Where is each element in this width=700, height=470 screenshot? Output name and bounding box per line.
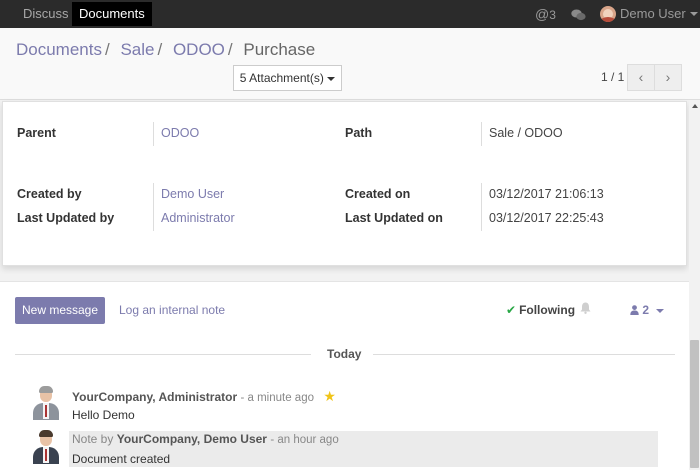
star-icon[interactable]: ★ — [323, 388, 336, 404]
menu-documents[interactable]: Documents — [72, 2, 152, 26]
caret-down-icon — [327, 76, 336, 81]
pager-value[interactable]: 1 / 1 — [601, 70, 624, 84]
created-on-value: 03/12/2017 21:06:13 — [481, 183, 604, 207]
caret-down-icon — [656, 308, 665, 313]
user-menu[interactable]: Demo User — [600, 0, 698, 28]
following-button[interactable]: ✔ Following — [506, 303, 575, 317]
message-author[interactable]: YourCompany, Demo User — [117, 432, 267, 446]
breadcrumb: Documents / Sale / ODOO / Purchase — [16, 40, 315, 60]
parent-value[interactable]: ODOO — [153, 122, 199, 146]
breadcrumb-separator: / — [157, 40, 163, 59]
mentions-button[interactable]: @3 — [535, 0, 556, 28]
updated-by-value[interactable]: Administrator — [153, 207, 235, 231]
message-time: - a minute ago — [240, 392, 314, 404]
followers-button[interactable]: 2 — [630, 303, 665, 317]
breadcrumb-odoo[interactable]: ODOO — [173, 40, 225, 59]
attachments-dropdown[interactable]: 5 Attachment(s) — [233, 65, 342, 91]
following-label: Following — [519, 303, 576, 317]
path-label: Path — [345, 126, 373, 140]
scroll-up-arrow-icon[interactable] — [692, 104, 698, 108]
message-author[interactable]: YourCompany, Administrator — [72, 390, 237, 404]
message-header: Note by YourCompany, Demo User - an hour… — [72, 432, 339, 446]
bell-icon[interactable] — [580, 302, 591, 314]
chat-button[interactable] — [571, 0, 586, 28]
menu-discuss[interactable]: Discuss — [16, 2, 76, 26]
updated-on-value: 03/12/2017 22:25:43 — [481, 207, 604, 231]
caret-down-icon — [689, 12, 698, 16]
new-message-button[interactable]: New message — [15, 297, 105, 324]
control-panel: Documents / Sale / ODOO / Purchase 5 Attach… — [0, 28, 700, 100]
parent-label: Parent — [17, 126, 56, 140]
message-body: Hello Demo — [72, 408, 135, 422]
chevron-right-icon: › — [665, 69, 671, 85]
chevron-left-icon: ‹ — [638, 69, 644, 85]
form-sheet: Parent ODOO Path Sale / ODOO Created by … — [2, 101, 687, 266]
note-prefix: Note by — [72, 432, 114, 446]
created-by-label: Created by — [17, 187, 82, 201]
divider-line — [15, 354, 311, 355]
user-name: Demo User — [620, 6, 686, 21]
at-sign-icon: @ — [535, 6, 550, 22]
chatter: New message Log an internal note ✔ Follow… — [0, 281, 689, 470]
breadcrumb-sale[interactable]: Sale — [120, 40, 154, 59]
pager-next-button[interactable]: › — [654, 64, 682, 91]
message-time: - an hour ago — [270, 434, 339, 446]
breadcrumb-separator: / — [104, 40, 110, 59]
followers-count: 2 — [642, 303, 650, 317]
path-value: Sale / ODOO — [481, 122, 563, 146]
author-avatar[interactable] — [31, 430, 61, 464]
updated-by-label: Last Updated by — [17, 211, 115, 225]
author-avatar[interactable] — [31, 386, 61, 420]
top-navbar: Discuss Documents @3 Demo User — [0, 0, 700, 28]
date-separator: Today — [327, 347, 362, 361]
divider-line — [373, 354, 675, 355]
breadcrumb-separator: / — [227, 40, 233, 59]
breadcrumb-current: Purchase — [243, 40, 316, 59]
scrollbar-thumb[interactable] — [690, 340, 699, 468]
mentions-count: 3 — [549, 8, 556, 22]
user-avatar — [600, 6, 616, 22]
message-body: Document created — [72, 452, 171, 466]
check-icon: ✔ — [506, 303, 517, 317]
user-icon — [630, 305, 639, 315]
chat-bubbles-icon — [571, 9, 586, 20]
log-note-link[interactable]: Log an internal note — [119, 303, 225, 317]
attachments-label: 5 Attachment(s) — [239, 71, 324, 85]
breadcrumb-documents[interactable]: Documents — [16, 40, 102, 59]
created-by-value[interactable]: Demo User — [153, 183, 224, 207]
pager-previous-button[interactable]: ‹ — [627, 64, 655, 91]
message-header: YourCompany, Administrator - a minute ag… — [72, 388, 336, 405]
updated-on-label: Last Updated on — [345, 211, 443, 225]
created-on-label: Created on — [345, 187, 411, 201]
